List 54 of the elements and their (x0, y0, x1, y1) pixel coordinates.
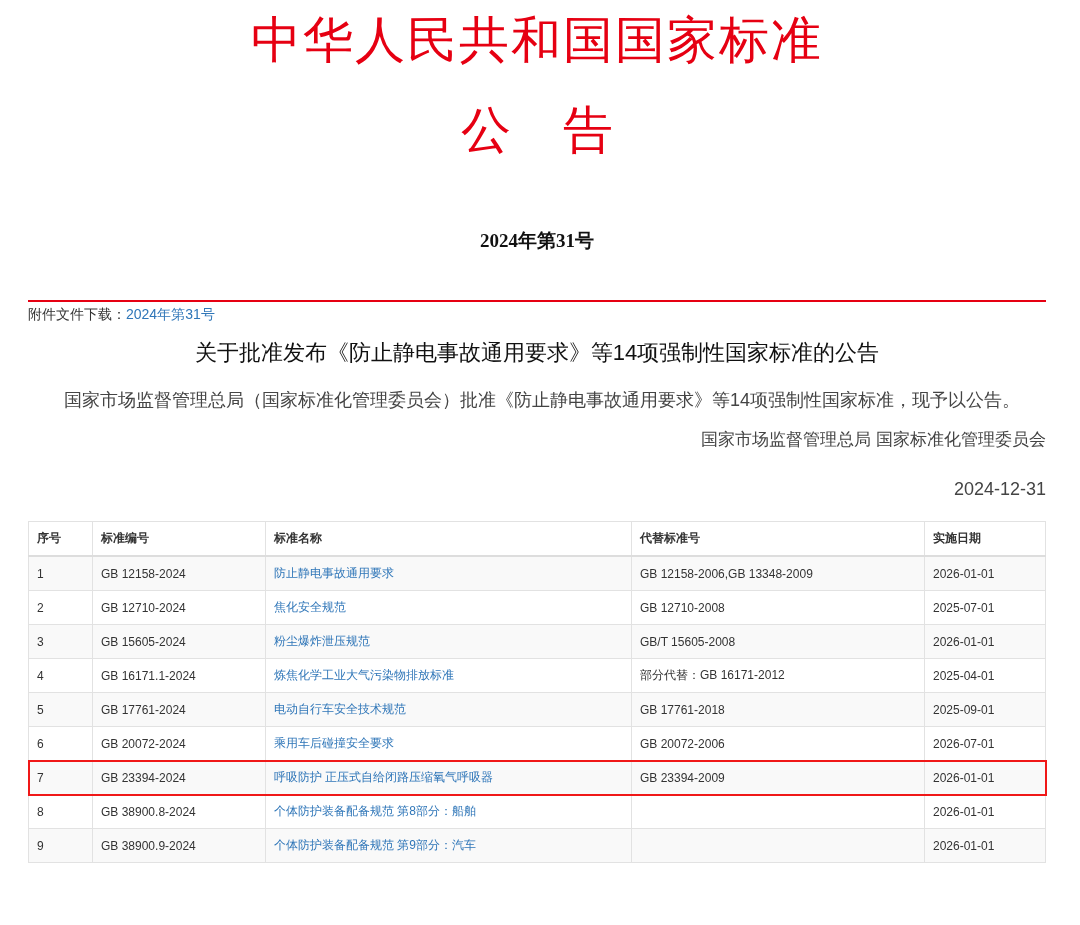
table-cell: GB 12158-2006,GB 13348-2009 (640, 566, 813, 581)
attachment-link[interactable]: 2024年第31号 (126, 306, 215, 322)
table-cell: GB 20072-2006 (640, 736, 725, 751)
table-cell: 2 (37, 600, 44, 615)
table-cell: 2026-07-01 (933, 736, 995, 751)
table-cell: GB 12158-2024 (101, 566, 186, 581)
standard-link[interactable]: 乘用车后碰撞安全要求 (274, 736, 394, 750)
table-cell: 2025-09-01 (933, 702, 995, 717)
table-cell: 2025-04-01 (933, 668, 995, 683)
table-cell: GB 15605-2024 (101, 634, 186, 649)
standard-link[interactable]: 防止静电事故通用要求 (274, 566, 394, 580)
standard-link[interactable]: 焦化安全规范 (274, 600, 346, 614)
issue-number: 2024年第31号 (479, 229, 595, 253)
column-header: 代替标准号 (640, 531, 700, 545)
article-heading: 关于批准发布《防止静电事故通用要求》等14项强制性国家标准的公告 (193, 339, 881, 367)
table-cell: 4 (37, 668, 44, 683)
table-cell: GB 12710-2024 (101, 600, 186, 615)
table-cell: 2026-01-01 (933, 804, 995, 819)
table-cell: 1 (37, 566, 44, 581)
table-cell: GB 38900.8-2024 (101, 804, 196, 819)
table-cell: 2026-01-01 (933, 634, 995, 649)
table-cell: GB/T 15605-2008 (640, 634, 736, 649)
table-cell: GB 23394-2024 (101, 770, 186, 785)
table-cell: 2026-01-01 (933, 838, 995, 853)
column-header: 实施日期 (933, 531, 981, 545)
table-cell: GB 17761-2024 (101, 702, 186, 717)
table-cell: GB 23394-2009 (640, 770, 725, 785)
standard-link[interactable]: 电动自行车安全技术规范 (274, 702, 406, 716)
table-cell: 7 (37, 770, 44, 785)
table-cell: GB 12710-2008 (640, 600, 725, 615)
column-header: 序号 (37, 531, 61, 545)
attachment-label: 附件文件下载： (28, 306, 126, 322)
signature: 国家市场监督管理总局 国家标准化管理委员会 (700, 429, 1046, 451)
table-cell: 2025-07-01 (933, 600, 995, 615)
table-cell: GB 38900.9-2024 (101, 838, 196, 853)
publish-date: 2024-12-31 (952, 478, 1046, 501)
table-cell: 8 (37, 804, 44, 819)
table-cell: GB 17761-2018 (640, 702, 725, 717)
standard-link[interactable]: 粉尘爆炸泄压规范 (274, 634, 370, 648)
table-cell: 3 (37, 634, 44, 649)
table-cell: 5 (37, 702, 44, 717)
column-header: 标准名称 (274, 531, 322, 545)
table-cell: GB 16171.1-2024 (101, 668, 196, 683)
table-cell: GB 20072-2024 (101, 736, 186, 751)
standard-link[interactable]: 炼焦化学工业大气污染物排放标准 (274, 668, 454, 682)
table-cell: 9 (37, 838, 44, 853)
page-title: 中华人民共和国国家标准 (250, 11, 824, 70)
page-subtitle: 公 告 (459, 101, 615, 160)
table-cell: 6 (37, 736, 44, 751)
table-cell: 2026-01-01 (933, 566, 995, 581)
column-header: 标准编号 (101, 531, 149, 545)
table-cell: 部分代替：GB 16171-2012 (640, 668, 785, 682)
table-cell: 2026-01-01 (933, 770, 995, 785)
article-paragraph: 国家市场监督管理总局（国家标准化管理委员会）批准《防止静电事故通用要求》等14项强制性国家标准，现予以公告。 (63, 389, 1022, 412)
